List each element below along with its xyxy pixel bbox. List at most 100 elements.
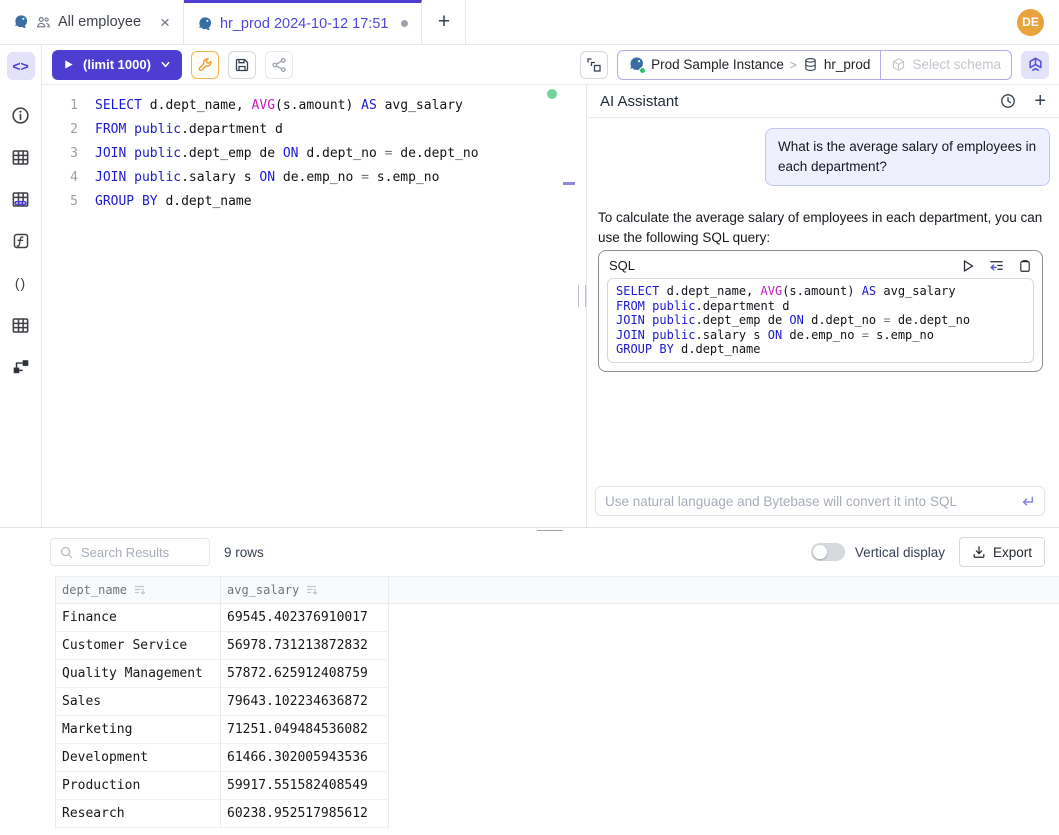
line-number: 3 <box>42 142 78 166</box>
sidebar-item-sql-editor[interactable]: <> <box>7 52 35 80</box>
line-number: 5 <box>42 190 78 214</box>
play-icon <box>63 59 74 70</box>
dept-name-cell[interactable]: Customer Service <box>56 632 221 660</box>
code-line: FROM public.department d <box>616 299 1025 314</box>
instance-name: Prod Sample Instance <box>651 57 784 72</box>
avg-salary-cell[interactable]: 69545.402376910017 <box>221 604 389 632</box>
table-row[interactable]: Quality Management 57872.625912408759 <box>56 660 1059 688</box>
sidebar-item-functions[interactable] <box>7 227 35 255</box>
resize-handle[interactable] <box>578 285 586 307</box>
avatar[interactable]: DE <box>1017 9 1044 36</box>
tab-label: hr_prod 2024-10-12 17:51 <box>220 16 389 32</box>
function-icon <box>12 232 30 250</box>
vertical-display-toggle[interactable] <box>811 543 845 561</box>
ai-panel-title: AI Assistant <box>600 93 678 110</box>
share-button[interactable] <box>265 51 293 79</box>
assistant-text: To calculate the average salary of emplo… <box>598 208 1048 248</box>
run-label: (limit 1000) <box>83 57 151 72</box>
enter-icon[interactable] <box>1020 494 1035 509</box>
insert-into-editor-button[interactable] <box>989 258 1004 273</box>
select-schema-button[interactable]: Select schema <box>880 51 1011 79</box>
sidebar-item-schema-diagram[interactable] <box>7 353 35 381</box>
run-query-button[interactable]: (limit 1000) <box>52 50 182 80</box>
dept-name-cell[interactable]: Research <box>56 800 221 828</box>
avg-salary-cell[interactable]: 61466.302005943536 <box>221 744 389 772</box>
format-sql-button[interactable] <box>191 51 219 79</box>
table-icon <box>11 148 30 167</box>
workspace: (limit 1000) <box>42 45 1059 527</box>
close-icon[interactable]: × <box>160 14 170 31</box>
copy-snippet-button[interactable] <box>1018 259 1032 273</box>
column-header-dept-name[interactable]: dept_name <box>56 577 221 603</box>
dept-name-cell[interactable]: Finance <box>56 604 221 632</box>
chevron-down-icon[interactable] <box>160 59 171 70</box>
sidebar: <> () <box>0 45 42 527</box>
tab-hr-prod[interactable]: hr_prod 2024-10-12 17:51 <box>184 0 423 44</box>
ai-history-button[interactable] <box>1000 93 1016 109</box>
run-snippet-button[interactable] <box>961 259 975 273</box>
play-outline-icon <box>961 259 975 273</box>
clock-icon <box>1000 93 1016 109</box>
table-row[interactable]: Customer Service 56978.731213872832 <box>56 632 1059 660</box>
results-resize-handle[interactable] <box>537 527 563 531</box>
dept-name-cell[interactable]: Development <box>56 744 221 772</box>
column-header-avg-salary[interactable]: avg_salary <box>221 577 389 603</box>
avg-salary-cell[interactable]: 60238.952517985612 <box>221 800 389 828</box>
new-tab-button[interactable]: + <box>422 0 466 44</box>
sidebar-item-table-data[interactable] <box>7 185 35 213</box>
table-row[interactable]: Development 61466.302005943536 <box>56 744 1059 772</box>
sidebar-item-info[interactable] <box>7 101 35 129</box>
parens-icon: () <box>15 275 26 291</box>
dept-name-cell[interactable]: Quality Management <box>56 660 221 688</box>
save-sheet-button[interactable] <box>228 51 256 79</box>
ai-assistant-button[interactable] <box>1021 51 1049 79</box>
avg-salary-cell[interactable]: 57872.625912408759 <box>221 660 389 688</box>
ai-input[interactable] <box>605 494 1012 509</box>
column-label: dept_name <box>62 583 127 597</box>
export-label: Export <box>993 545 1032 560</box>
cube-icon <box>891 57 906 72</box>
code-line: JOIN public.dept_emp de ON d.dept_no = d… <box>95 142 586 166</box>
sidebar-item-tables[interactable] <box>7 143 35 171</box>
copy-icon <box>1018 259 1032 273</box>
code-line: JOIN public.salary s ON de.emp_no = s.em… <box>95 166 586 190</box>
sort-icon[interactable] <box>306 584 318 596</box>
assistant-message: To calculate the average salary of emplo… <box>595 208 1051 372</box>
avg-salary-cell[interactable]: 56978.731213872832 <box>221 632 389 660</box>
avg-salary-cell[interactable]: 59917.551582408549 <box>221 772 389 800</box>
export-button[interactable]: Export <box>959 537 1045 567</box>
table-row[interactable]: Production 59917.551582408549 <box>56 772 1059 800</box>
sidebar-item-views[interactable] <box>7 311 35 339</box>
column-label: avg_salary <box>227 583 299 597</box>
dept-name-cell[interactable]: Marketing <box>56 716 221 744</box>
table-row[interactable]: Sales 79643.102234636872 <box>56 688 1059 716</box>
sort-icon[interactable] <box>134 584 146 596</box>
line-number: 4 <box>42 166 78 190</box>
status-dot <box>639 67 646 74</box>
search-results-input[interactable] <box>81 545 201 560</box>
dept-name-cell[interactable]: Production <box>56 772 221 800</box>
batch-mode-button[interactable] <box>580 51 608 79</box>
table-row[interactable]: Research 60238.952517985612 <box>56 800 1059 828</box>
sql-editor[interactable]: 12345 SELECT d.dept_name, AVG(s.amount) … <box>42 85 586 527</box>
postgres-icon <box>197 16 213 32</box>
sql-code-card: SQL <box>598 250 1043 372</box>
results-toolbar: 9 rows Vertical display Export <box>0 528 1059 576</box>
avg-salary-cell[interactable]: 79643.102234636872 <box>221 688 389 716</box>
code-snippet: SELECT d.dept_name, AVG(s.amount) AS avg… <box>607 278 1034 363</box>
table-row[interactable]: Marketing 71251.049484536082 <box>56 716 1059 744</box>
chevron-right-icon: > <box>790 58 797 72</box>
row-count: 9 rows <box>224 545 264 560</box>
tab-all-employee[interactable]: All employee × <box>0 0 184 44</box>
ai-new-chat-button[interactable]: + <box>1034 90 1046 113</box>
sidebar-item-procedures[interactable]: () <box>7 269 35 297</box>
dept-name-cell[interactable]: Sales <box>56 688 221 716</box>
line-number: 2 <box>42 118 78 142</box>
connection-instance-database[interactable]: Prod Sample Instance > hr_prod <box>618 51 880 79</box>
avg-salary-cell[interactable]: 71251.049484536082 <box>221 716 389 744</box>
flow-icon <box>12 358 30 376</box>
group-icon <box>36 15 51 30</box>
table-row[interactable]: Finance 69545.402376910017 <box>56 604 1059 632</box>
table-header-row: dept_name avg_salary <box>56 576 1059 604</box>
results-panel: 9 rows Vertical display Export dept_name… <box>0 527 1059 835</box>
